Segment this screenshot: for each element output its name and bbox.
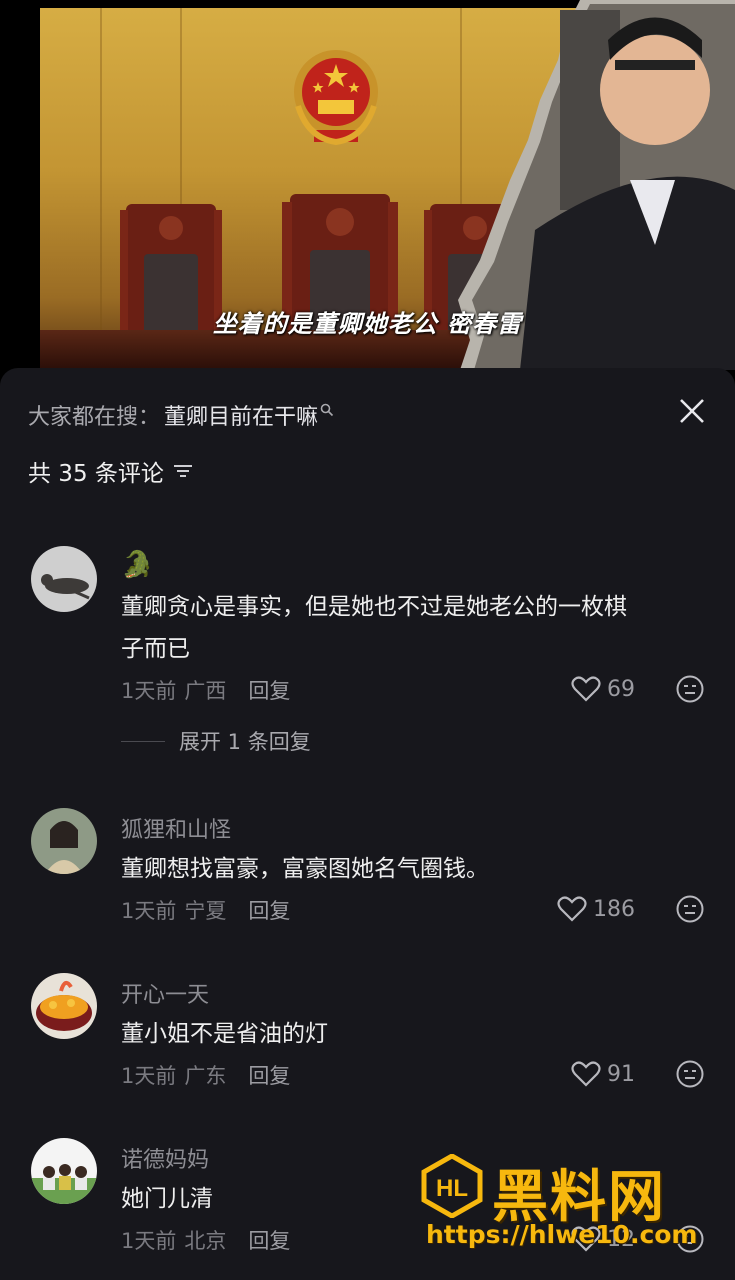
reply-button[interactable]: 回复: [248, 1225, 290, 1255]
trending-search[interactable]: 大家都在搜： 董卿目前在干嘛: [28, 398, 334, 432]
like-button[interactable]: 69: [571, 675, 635, 703]
comment-meta: 1天前 宁夏 回复: [121, 895, 290, 925]
expand-replies-button[interactable]: 展开 1 条回复: [121, 726, 311, 756]
watermark: HL 黑料网 https://hlwe10.com: [420, 1152, 720, 1262]
app-root: 坐着的是董卿她老公 密春雷 大家都在搜： 董卿目前在干嘛 共 35 条评论 🐊 …: [0, 0, 735, 1280]
close-button[interactable]: [677, 396, 707, 426]
heart-icon: [557, 896, 587, 922]
comment-text: 董卿想找富豪，富豪图她名气圈钱。: [121, 856, 489, 882]
comment-sheet: 大家都在搜： 董卿目前在干嘛 共 35 条评论 🐊 董卿贪心是事实，但是她也不过…: [0, 368, 735, 1280]
search-icon: [320, 403, 334, 417]
like-button[interactable]: 186: [557, 895, 635, 923]
comment-location: 宁夏: [184, 899, 227, 923]
video-subtitle: 坐着的是董卿她老公 密春雷: [212, 310, 523, 338]
reply-button[interactable]: 回复: [248, 675, 290, 705]
trending-search-keyword[interactable]: 董卿目前在干嘛: [164, 399, 318, 431]
comment-location: 广西: [184, 679, 227, 703]
comment-meta: 1天前 广西 回复: [121, 675, 290, 705]
national-emblem-icon: [294, 50, 378, 146]
trending-search-prefix: 大家都在搜：: [28, 405, 161, 430]
comment-count: 共 35 条评论: [28, 461, 164, 487]
reply-button[interactable]: 回复: [248, 895, 290, 925]
divider: [121, 740, 165, 742]
avatar[interactable]: [31, 973, 97, 1039]
watermark-url: https://hlwe10.com: [426, 1220, 698, 1249]
comment-time: 1天前: [121, 1229, 177, 1253]
close-icon: [680, 399, 704, 423]
crocodile-emoji-icon: 🐊: [121, 550, 154, 580]
sort-filter-icon[interactable]: [172, 462, 194, 480]
comment-time: 1天前: [121, 1064, 177, 1088]
avatar[interactable]: [31, 546, 97, 612]
heart-icon: [571, 676, 601, 702]
like-count: 186: [593, 896, 635, 922]
avatar[interactable]: [31, 1138, 97, 1204]
reply-button[interactable]: 回复: [248, 1060, 290, 1090]
comment-meta: 1天前 北京 回复: [121, 1225, 290, 1255]
avatar[interactable]: [31, 808, 97, 874]
dislike-icon[interactable]: [675, 1059, 705, 1089]
like-count: 91: [607, 1061, 635, 1087]
comment-text: 董卿贪心是事实，但是她也不过是她老公的一枚棋 子而已: [121, 594, 627, 662]
expand-replies-label: 展开 1 条回复: [179, 730, 311, 754]
comment-time: 1天前: [121, 899, 177, 923]
comment-username[interactable]: 诺德妈妈: [121, 1142, 209, 1174]
video-player[interactable]: 坐着的是董卿她老公 密春雷: [0, 0, 735, 370]
comment-meta: 1天前 广东 回复: [121, 1060, 290, 1090]
comment-time: 1天前: [121, 679, 177, 703]
comment-username[interactable]: 狐狸和山怪: [121, 812, 231, 844]
heart-icon: [571, 1061, 601, 1087]
svg-text:HL: HL: [436, 1175, 468, 1202]
comment-count-header: 共 35 条评论: [28, 454, 194, 488]
comment-location: 北京: [184, 1229, 227, 1253]
comment-text: 董小姐不是省油的灯: [121, 1021, 328, 1047]
comment-username[interactable]: 开心一天: [121, 977, 209, 1009]
comment-location: 广东: [184, 1064, 227, 1088]
dislike-icon[interactable]: [675, 674, 705, 704]
dislike-icon[interactable]: [675, 894, 705, 924]
watermark-logo-icon: HL: [421, 1154, 483, 1218]
like-count: 69: [607, 676, 635, 702]
like-button[interactable]: 91: [571, 1060, 635, 1088]
comment-username[interactable]: 🐊: [121, 550, 153, 580]
